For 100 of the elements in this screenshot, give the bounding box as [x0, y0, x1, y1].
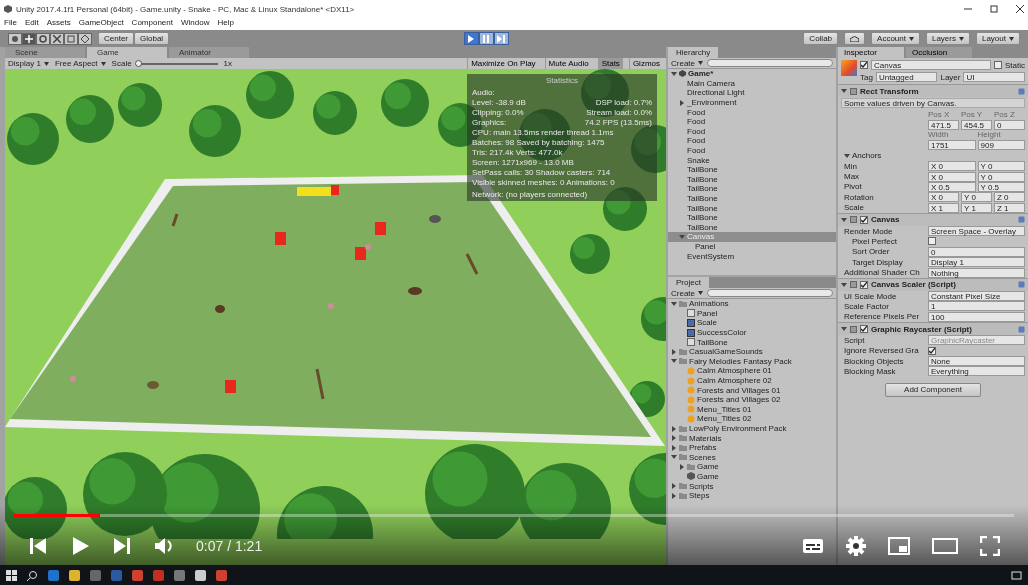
number-field[interactable]: 454.5: [961, 119, 992, 130]
project-item[interactable]: Animations: [668, 299, 836, 309]
hierarchy-item[interactable]: Food: [668, 145, 836, 156]
scale-slider-thumb[interactable]: [134, 59, 142, 67]
expand-arrow-icon[interactable]: [671, 454, 677, 461]
menu-item[interactable]: GameObject: [78, 17, 124, 27]
hierarchy-item[interactable]: EventSystem: [668, 251, 836, 261]
play-button[interactable]: [463, 32, 479, 45]
value-field[interactable]: Nothing: [928, 267, 1025, 278]
rotate-tool-icon[interactable]: [39, 34, 47, 43]
project-item[interactable]: Forests and Villages 02: [668, 394, 836, 405]
component-header[interactable]: Canvas: [838, 213, 1028, 226]
create-dropdown[interactable]: Create: [671, 58, 703, 68]
account-dropdown[interactable]: Account: [871, 32, 920, 45]
project-item[interactable]: Menu_Titles 01: [668, 404, 836, 415]
view-tab[interactable]: Animator: [169, 47, 249, 58]
collab-button[interactable]: Collab: [803, 32, 839, 45]
checkbox[interactable]: [994, 61, 1002, 69]
number-field[interactable]: X 1: [928, 202, 959, 213]
project-item[interactable]: CasualGameSounds: [668, 346, 836, 357]
view-tab[interactable]: Game: [87, 47, 167, 58]
miniplayer-icon[interactable]: [888, 537, 910, 555]
fullscreen-icon[interactable]: [980, 536, 1000, 556]
value-field[interactable]: 1: [928, 301, 1025, 312]
hierarchy-item[interactable]: TailBone: [668, 212, 836, 223]
expand-arrow-icon[interactable]: [671, 70, 677, 77]
project-item[interactable]: Game: [668, 462, 836, 472]
hierarchy-item[interactable]: Food: [668, 136, 836, 146]
settings-icon[interactable]: [846, 536, 866, 556]
expand-arrow-icon[interactable]: [671, 358, 677, 365]
menu-item[interactable]: Component: [131, 17, 173, 27]
project-tab[interactable]: Project: [668, 277, 709, 288]
number-field[interactable]: Y 0: [977, 171, 1025, 182]
close-icon[interactable]: [1016, 5, 1024, 13]
value-field[interactable]: Screen Space - Overlay: [928, 226, 1025, 237]
collapse-arrow-icon[interactable]: [671, 483, 677, 490]
inspector-tab[interactable]: Occlusion: [906, 47, 972, 58]
hierarchy-item[interactable]: Panel: [668, 241, 836, 252]
windows-icon[interactable]: [6, 569, 17, 581]
number-field[interactable]: Y 0: [961, 192, 992, 203]
expand-arrow-icon[interactable]: [679, 233, 685, 240]
move-tool-icon[interactable]: [25, 34, 33, 43]
project-item[interactable]: Prefabs: [668, 442, 836, 453]
project-item[interactable]: Fairy Melodies Fantasy Pack: [668, 356, 836, 367]
project-item[interactable]: Forests and Villages 01: [668, 385, 836, 395]
project-item[interactable]: Menu_Titles 02: [668, 414, 836, 424]
number-field[interactable]: X 0: [928, 192, 959, 203]
project-item[interactable]: Scripts: [668, 481, 836, 491]
hierarchy-item[interactable]: TailBone: [668, 164, 836, 175]
value-field[interactable]: 100: [928, 311, 1025, 322]
number-field[interactable]: 909: [977, 140, 1025, 151]
menu-item[interactable]: File: [4, 17, 17, 27]
progress-bar[interactable]: [14, 514, 1014, 517]
hierarchy-item[interactable]: Food: [668, 126, 836, 137]
notification-icon[interactable]: [1011, 569, 1022, 581]
component-header[interactable]: Graphic Raycaster (Script): [838, 323, 1028, 336]
number-field[interactable]: Y 1: [961, 202, 992, 213]
project-item[interactable]: Calm Atmosphere 01: [668, 366, 836, 376]
next-icon[interactable]: [112, 536, 132, 556]
search-field[interactable]: [707, 289, 833, 297]
layout-dropdown[interactable]: Layout: [975, 32, 1020, 45]
tag-dropdown[interactable]: Untagged: [875, 72, 938, 82]
checkbox[interactable]: [860, 280, 868, 289]
checkbox[interactable]: [860, 215, 868, 224]
name-field[interactable]: Canvas: [871, 60, 991, 70]
play-icon[interactable]: [70, 536, 90, 556]
project-item[interactable]: Calm Atmosphere 02: [668, 375, 836, 386]
component-header[interactable]: Rect Transform: [838, 85, 1028, 97]
search-icon[interactable]: [27, 569, 38, 581]
volume-icon[interactable]: [154, 536, 174, 556]
project-item[interactable]: TailBone: [668, 337, 836, 347]
hierarchy-item[interactable]: Directional Light: [668, 88, 836, 98]
layer-dropdown[interactable]: UI: [963, 72, 1025, 82]
number-field[interactable]: Z 0: [994, 192, 1025, 203]
number-field[interactable]: X 0: [928, 161, 976, 172]
hierarchy-tab[interactable]: Hierarchy: [668, 47, 719, 58]
menu-item[interactable]: Assets: [46, 17, 71, 27]
number-field[interactable]: X 0: [928, 171, 976, 182]
value-field[interactable]: None: [928, 356, 1025, 366]
project-item[interactable]: Scenes: [668, 452, 836, 463]
collapse-arrow-icon[interactable]: [671, 435, 677, 442]
menu-item[interactable]: Window: [180, 17, 210, 27]
hierarchy-item[interactable]: Food: [668, 107, 836, 117]
hierarchy-item[interactable]: Snake: [668, 155, 836, 165]
theater-mode-icon[interactable]: [932, 537, 958, 555]
checkbox[interactable]: [860, 325, 868, 334]
project-item[interactable]: SuccessColor: [668, 327, 836, 338]
collapse-arrow-icon[interactable]: [679, 463, 685, 470]
expand-arrow-icon[interactable]: [841, 281, 847, 288]
hierarchy-item[interactable]: Main Camera: [668, 78, 836, 89]
aspect-dropdown[interactable]: Free Aspect: [54, 59, 106, 68]
menu-item[interactable]: Edit: [24, 17, 39, 27]
subtitles-icon[interactable]: [802, 537, 824, 555]
view-tab[interactable]: Scene: [5, 47, 85, 58]
hierarchy-item[interactable]: Food: [668, 116, 836, 127]
checkbox[interactable]: [928, 237, 936, 246]
previous-icon[interactable]: [28, 536, 48, 556]
minimize-icon[interactable]: [964, 5, 972, 13]
cloud-button[interactable]: [844, 32, 866, 45]
project-item[interactable]: Panel: [668, 308, 836, 319]
